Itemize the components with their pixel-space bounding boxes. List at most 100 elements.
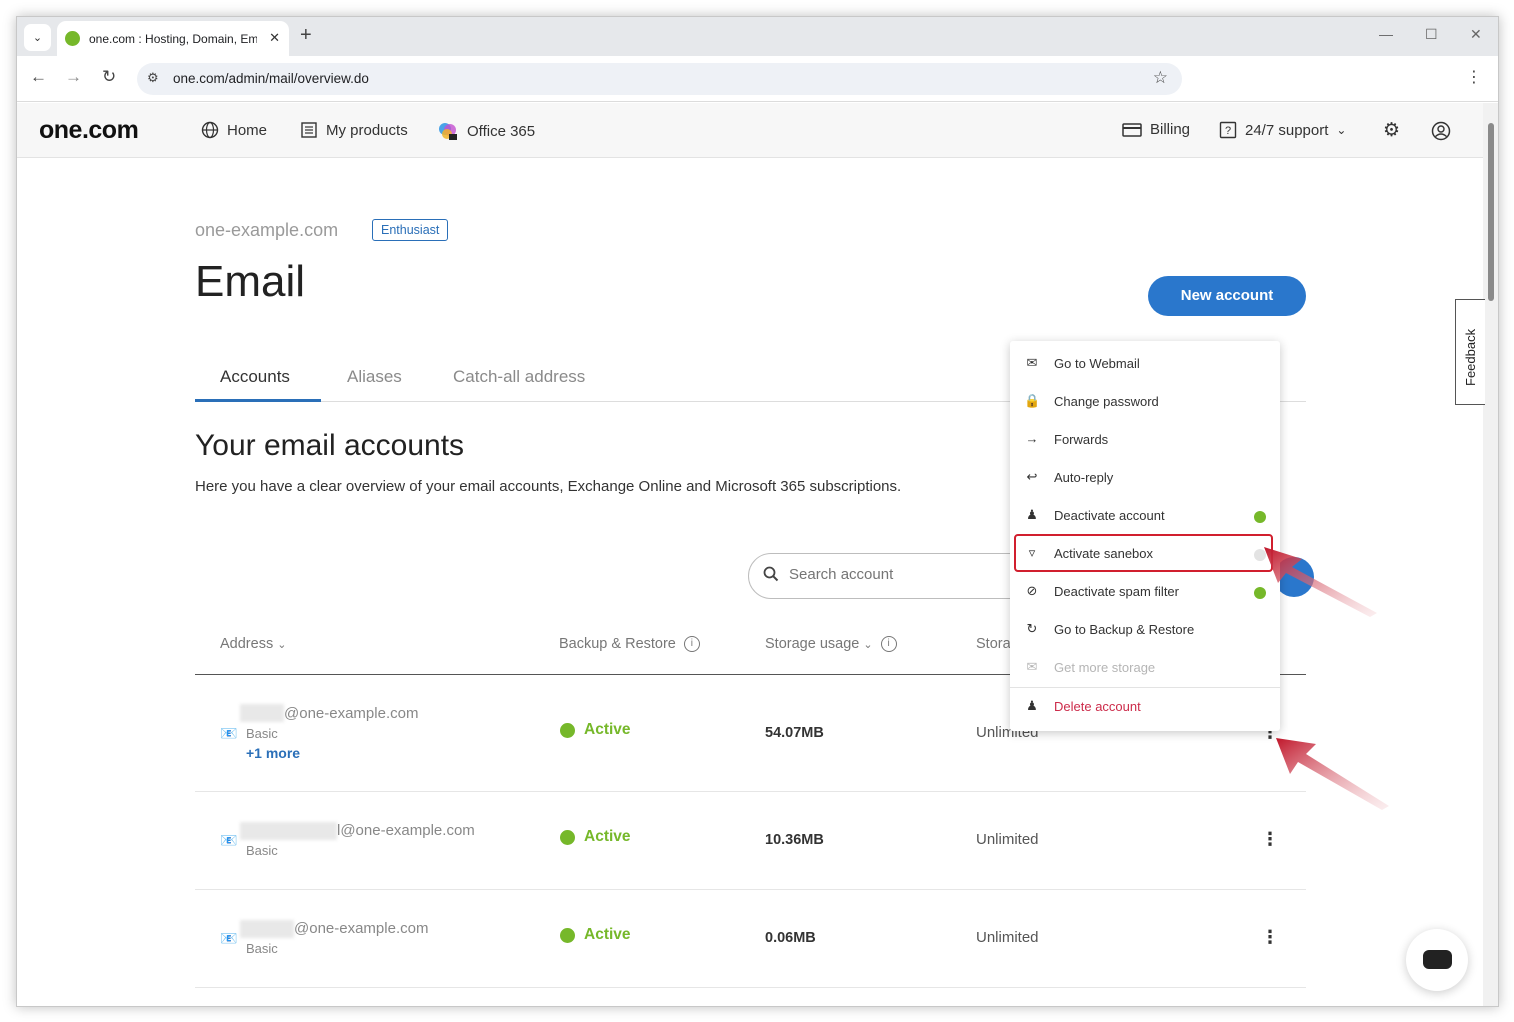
storage-limit: Unlimited [976, 929, 1039, 946]
backup-status: Active [584, 828, 631, 845]
row-menu-icon[interactable]: ⋮ [1261, 829, 1279, 850]
arrow-right-icon: → [1025, 431, 1039, 446]
chevron-down-icon: ⌄ [1336, 123, 1347, 137]
menu-change-password[interactable]: 🔒 Change password [1010, 383, 1280, 421]
page-title: Email [195, 257, 306, 306]
plan-badge: Enthusiast [372, 219, 449, 241]
new-account-button[interactable]: New account [1148, 276, 1306, 316]
search-account-field[interactable] [748, 553, 1048, 599]
storage-usage: 54.07MB [765, 725, 824, 741]
menu-get-more-storage: ✉ Get more storage [1010, 649, 1280, 687]
new-tab-button[interactable]: + [300, 25, 312, 45]
info-icon[interactable]: i [880, 636, 897, 653]
column-storage-limit: Stora [976, 636, 1011, 652]
mailbox-icon: 📧 [220, 832, 238, 848]
menu-forwards[interactable]: → Forwards [1010, 421, 1280, 459]
billing-label: Billing [1150, 121, 1191, 138]
menu-label: Change password [1054, 394, 1159, 409]
billing-link[interactable]: Billing [1122, 121, 1190, 138]
minimize-icon[interactable]: — [1379, 26, 1393, 42]
nav-my-products[interactable]: My products [300, 121, 408, 139]
url-text: one.com/admin/mail/overview.do [173, 71, 369, 86]
gear-icon[interactable]: ⚙ [1383, 119, 1400, 142]
person-icon: ♟ [1026, 507, 1038, 522]
menu-label: Go to Webmail [1054, 356, 1140, 371]
menu-auto-reply[interactable]: ↩ Auto-reply [1010, 459, 1280, 497]
status-dot [560, 830, 575, 845]
menu-label: Forwards [1054, 432, 1109, 447]
tab-accounts[interactable]: Accounts [220, 367, 290, 387]
highlight-box [1014, 534, 1273, 572]
forward-icon[interactable]: → [65, 67, 82, 87]
annotation-arrow-icon [1264, 547, 1377, 617]
tab-search-button[interactable]: ⌄ [24, 24, 51, 51]
feedback-tab[interactable]: Feedback [1455, 299, 1485, 405]
envelope-icon: ✉ [1026, 659, 1038, 674]
address-bar[interactable]: ⚙ one.com/admin/mail/overview.do ☆ [137, 63, 1182, 95]
back-icon[interactable]: ← [30, 67, 47, 87]
row-menu-icon[interactable]: ⋮ [1261, 927, 1279, 948]
menu-deactivate-spam-filter[interactable]: ⊘ Deactivate spam filter [1010, 573, 1280, 611]
tab-catch-all[interactable]: Catch-all address [453, 367, 585, 387]
column-address[interactable]: Address ⌄ [220, 636, 286, 652]
more-link[interactable]: +1 more [246, 745, 300, 761]
reload-icon[interactable]: ↻ [102, 67, 116, 87]
chat-button[interactable] [1406, 929, 1468, 991]
status-on-indicator [1254, 511, 1266, 523]
browser-tab[interactable]: one.com : Hosting, Domain, Em ✕ [57, 21, 289, 56]
close-window-icon[interactable]: ✕ [1470, 26, 1482, 43]
svg-text:?: ? [1225, 125, 1231, 137]
menu-backup-restore[interactable]: ↻ Go to Backup & Restore [1010, 611, 1280, 649]
person-delete-icon: ♟ [1026, 698, 1038, 713]
email-address: l@one-example.com [337, 822, 475, 839]
menu-label: Delete account [1054, 699, 1141, 714]
menu-label: Go to Backup & Restore [1054, 622, 1195, 637]
bookmark-star-icon[interactable]: ☆ [1153, 68, 1168, 88]
redacted-text [240, 704, 284, 722]
account-plan: Basic [246, 726, 278, 741]
storage-usage: 0.06MB [765, 930, 816, 946]
chat-icon [1423, 950, 1452, 969]
account-icon[interactable] [1431, 121, 1451, 141]
logo[interactable]: one.com [39, 116, 139, 145]
redacted-text [240, 920, 294, 938]
column-backup-label: Backup & Restore [559, 636, 676, 652]
close-tab-icon[interactable]: ✕ [269, 30, 280, 46]
support-label: 24/7 support [1245, 121, 1329, 139]
site-settings-icon[interactable]: ⚙ [147, 70, 159, 86]
page-scrollbar[interactable] [1483, 103, 1498, 1006]
menu-delete-account[interactable]: ♟ Delete account [1010, 688, 1280, 726]
account-plan: Basic [246, 843, 278, 858]
table-row: 📧 l@one-example.com Basic Active 10.36MB… [195, 792, 1306, 890]
support-menu[interactable]: ? 24/7 support ⌄ [1219, 121, 1346, 139]
chevron-down-icon: ⌄ [277, 639, 287, 651]
tab-aliases[interactable]: Aliases [347, 367, 402, 387]
column-storage-usage[interactable]: Storage usage ⌄ i [765, 636, 897, 653]
account-plan: Basic [246, 941, 278, 956]
reply-icon: ↩ [1026, 469, 1038, 484]
menu-deactivate-account[interactable]: ♟ Deactivate account [1010, 497, 1280, 535]
section-title: Your email accounts [195, 429, 465, 462]
menu-go-to-webmail[interactable]: ✉ Go to Webmail [1010, 345, 1280, 383]
info-icon[interactable]: i [683, 636, 700, 653]
storage-limit: Unlimited [976, 831, 1039, 848]
chevron-down-icon: ⌄ [32, 32, 43, 44]
nav-office-365-label: Office 365 [467, 122, 536, 140]
scroll-thumb[interactable] [1488, 123, 1494, 301]
backup-status: Active [584, 721, 631, 738]
lock-icon: 🔒 [1024, 393, 1041, 408]
nav-office-365[interactable]: Office 365 [437, 121, 535, 141]
active-tab-indicator [195, 399, 321, 402]
search-input[interactable] [789, 566, 1029, 583]
mailbox-icon: 📧 [220, 725, 238, 741]
favicon-icon [65, 31, 80, 46]
browser-menu-icon[interactable]: ⋮ [1466, 67, 1482, 87]
nav-home[interactable]: Home [201, 121, 267, 139]
email-address: @one-example.com [284, 705, 419, 722]
maximize-icon[interactable]: ☐ [1425, 26, 1438, 43]
column-address-label: Address [220, 636, 274, 652]
chevron-down-icon: ⌄ [863, 639, 873, 651]
browser-toolbar: ← → ↻ ⚙ one.com/admin/mail/overview.do ☆… [17, 56, 1498, 102]
menu-label: Deactivate spam filter [1054, 584, 1179, 599]
envelope-icon: ✉ [1026, 355, 1038, 370]
